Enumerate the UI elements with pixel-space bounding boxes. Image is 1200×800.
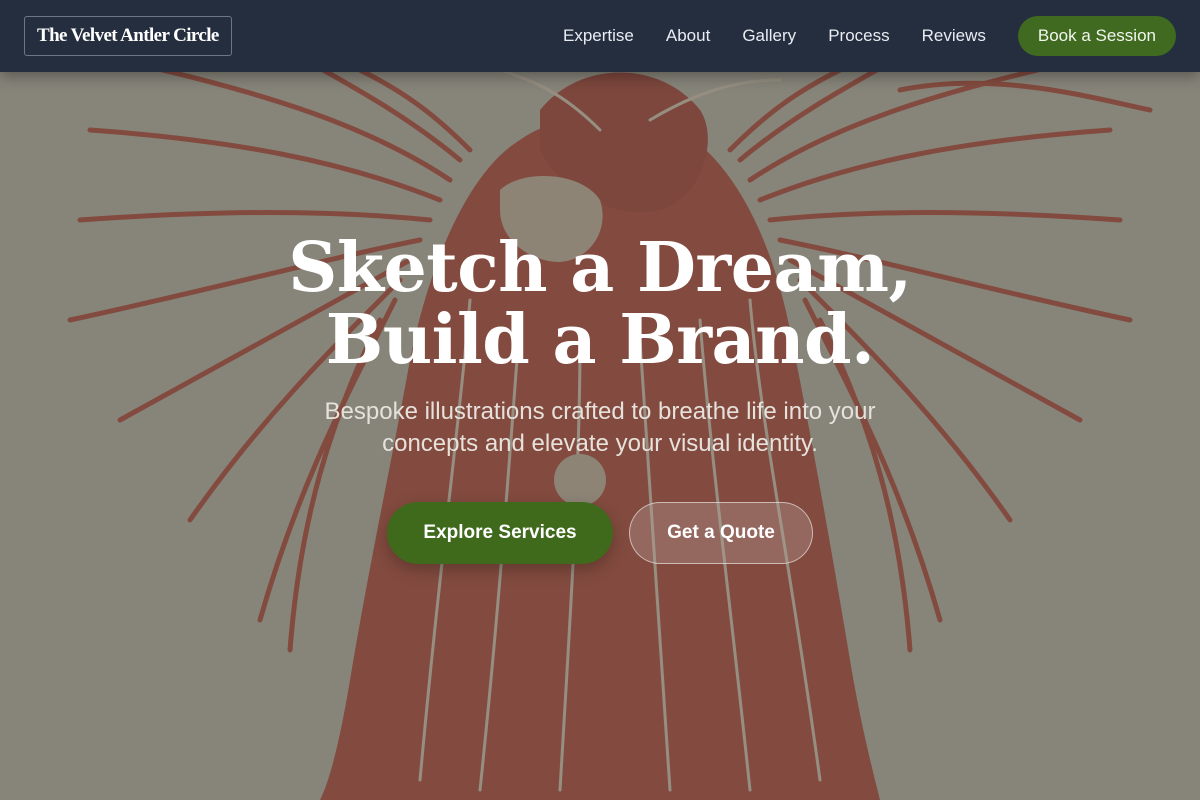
book-session-button[interactable]: Book a Session <box>1017 16 1176 56</box>
hero-content: Sketch a Dream, Build a Brand. Bespoke i… <box>0 232 1200 564</box>
nav-links: Expertise About Gallery Process Reviews … <box>563 16 1176 56</box>
nav-link-gallery[interactable]: Gallery <box>742 26 796 46</box>
get-a-quote-button[interactable]: Get a Quote <box>629 502 813 564</box>
site-logo[interactable]: The Velvet Antler Circle <box>24 16 232 56</box>
hero-title-line-2: Build a Brand. <box>325 300 875 380</box>
hero-section: Sketch a Dream, Build a Brand. Bespoke i… <box>0 0 1200 800</box>
top-navbar: The Velvet Antler Circle Expertise About… <box>0 0 1200 72</box>
hero-title: Sketch a Dream, Build a Brand. <box>0 232 1200 376</box>
nav-link-process[interactable]: Process <box>828 26 889 46</box>
hero-subtitle: Bespoke illustrations crafted to breathe… <box>324 398 876 457</box>
nav-link-about[interactable]: About <box>666 26 710 46</box>
hero-cta-row: Explore Services Get a Quote <box>0 502 1200 564</box>
nav-link-reviews[interactable]: Reviews <box>922 26 986 46</box>
hero-title-line-1: Sketch a Dream, <box>288 228 912 308</box>
nav-link-expertise[interactable]: Expertise <box>563 26 634 46</box>
explore-services-button[interactable]: Explore Services <box>387 502 613 564</box>
